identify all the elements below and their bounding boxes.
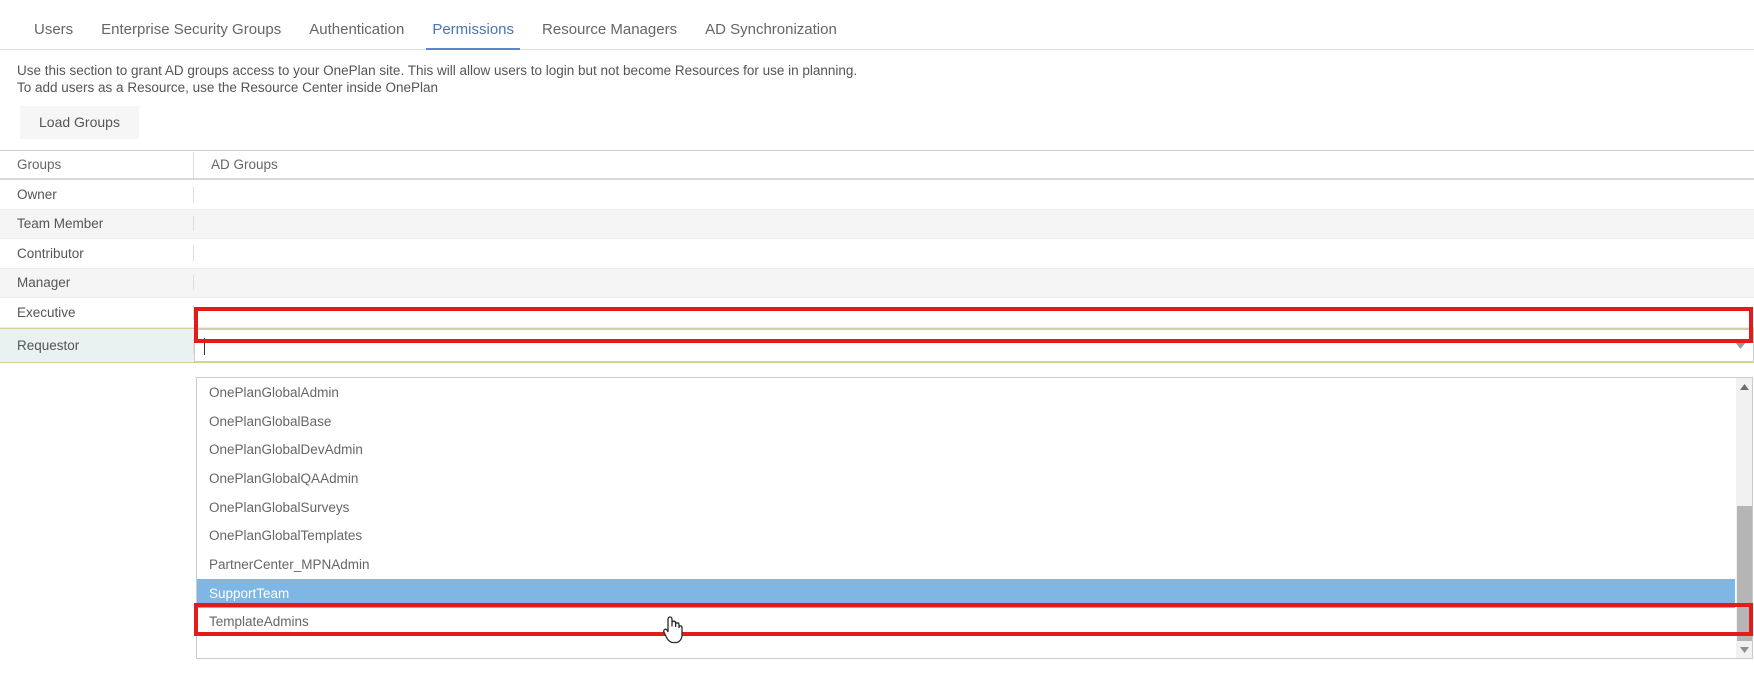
load-groups-button[interactable]: Load Groups (20, 106, 139, 139)
list-item[interactable]: OnePlanGlobalBase (197, 407, 1735, 436)
list-item-label: OnePlanGlobalTemplates (209, 528, 363, 544)
ad-groups-option-list: OnePlanGlobalAdmin OnePlanGlobalBase One… (197, 378, 1735, 658)
list-item[interactable]: OnePlanGlobalQAAdmin (197, 464, 1735, 493)
tab-bar: Users Enterprise Security Groups Authent… (0, 0, 1754, 50)
list-item[interactable]: OnePlanGlobalAdmin (197, 378, 1735, 407)
grid-header-row: Groups AD Groups (0, 151, 1754, 180)
list-item[interactable]: TemplateAdmins (197, 608, 1735, 637)
list-item-label: OnePlanGlobalBase (209, 413, 332, 429)
tab-label: Enterprise Security Groups (101, 21, 282, 38)
tab-label: Authentication (309, 21, 405, 38)
column-header-ad-groups[interactable]: AD Groups (194, 152, 1754, 178)
toolbar: Load Groups (0, 96, 1754, 139)
tab-enterprise-security-groups[interactable]: Enterprise Security Groups (87, 22, 295, 49)
list-item[interactable]: PartnerCenter_MPNAdmin (197, 550, 1735, 579)
description-line-2: To add users as a Resource, use the Reso… (17, 80, 438, 95)
table-row-requestor[interactable]: Requestor (0, 327, 1754, 363)
tab-label: Resource Managers (542, 21, 678, 38)
table-row[interactable]: Manager (0, 268, 1754, 298)
description-line-1: Use this section to grant AD groups acce… (17, 63, 858, 78)
cell-group-name: Manager (0, 275, 194, 291)
ad-groups-search-input[interactable] (195, 328, 1727, 362)
tab-ad-synchronization[interactable]: AD Synchronization (691, 22, 851, 49)
ad-groups-combobox-wrapper (194, 328, 1754, 362)
table-row[interactable]: Owner (0, 180, 1754, 210)
list-item-label: TemplateAdmins (209, 614, 309, 630)
list-item-label: OnePlanGlobalQAAdmin (209, 470, 359, 486)
scrollbar-thumb[interactable] (1737, 506, 1752, 651)
list-item[interactable]: OnePlanGlobalTemplates (197, 521, 1735, 550)
cell-group-name: Executive (0, 304, 194, 320)
dropdown-scrollbar[interactable] (1735, 378, 1752, 658)
cell-group-name: Owner (0, 186, 194, 202)
list-item-label: OnePlanGlobalSurveys (209, 499, 350, 515)
list-item[interactable]: OnePlanGlobalSurveys (197, 493, 1735, 522)
list-item-label: PartnerCenter_MPNAdmin (209, 556, 370, 572)
caret-up-icon[interactable] (1736, 378, 1752, 395)
list-item-label: OnePlanGlobalDevAdmin (209, 442, 363, 458)
tab-users[interactable]: Users (20, 22, 87, 49)
tab-authentication[interactable]: Authentication (295, 22, 418, 49)
list-item-label: OnePlanGlobalAdmin (209, 384, 339, 400)
ad-groups-dropdown: OnePlanGlobalAdmin OnePlanGlobalBase One… (196, 377, 1753, 659)
ad-groups-combobox[interactable] (194, 328, 1754, 362)
tab-label: Users (34, 21, 74, 38)
permissions-grid: Groups AD Groups Owner Team Member Contr… (0, 150, 1754, 363)
table-row[interactable]: Team Member (0, 209, 1754, 239)
column-header-groups[interactable]: Groups (0, 151, 194, 178)
list-item-label: SupportTeam (209, 585, 290, 601)
tab-permissions[interactable]: Permissions (418, 21, 528, 50)
cell-group-name: Team Member (0, 216, 194, 232)
tab-label: AD Synchronization (705, 21, 837, 38)
caret-down-icon[interactable] (1736, 641, 1752, 658)
list-item-supportteam[interactable]: SupportTeam (197, 578, 1735, 608)
cell-group-name: Requestor (0, 337, 194, 353)
table-row[interactable]: Executive (0, 298, 1754, 328)
table-row[interactable]: Contributor (0, 239, 1754, 269)
text-caret (204, 337, 205, 355)
tab-resource-managers[interactable]: Resource Managers (528, 22, 691, 49)
tab-label: Permissions (432, 21, 515, 38)
chevron-down-icon[interactable] (1727, 330, 1753, 361)
section-description: Use this section to grant AD groups acce… (0, 50, 1754, 96)
cell-group-name: Contributor (0, 245, 194, 261)
list-item[interactable]: OnePlanGlobalDevAdmin (197, 435, 1735, 464)
